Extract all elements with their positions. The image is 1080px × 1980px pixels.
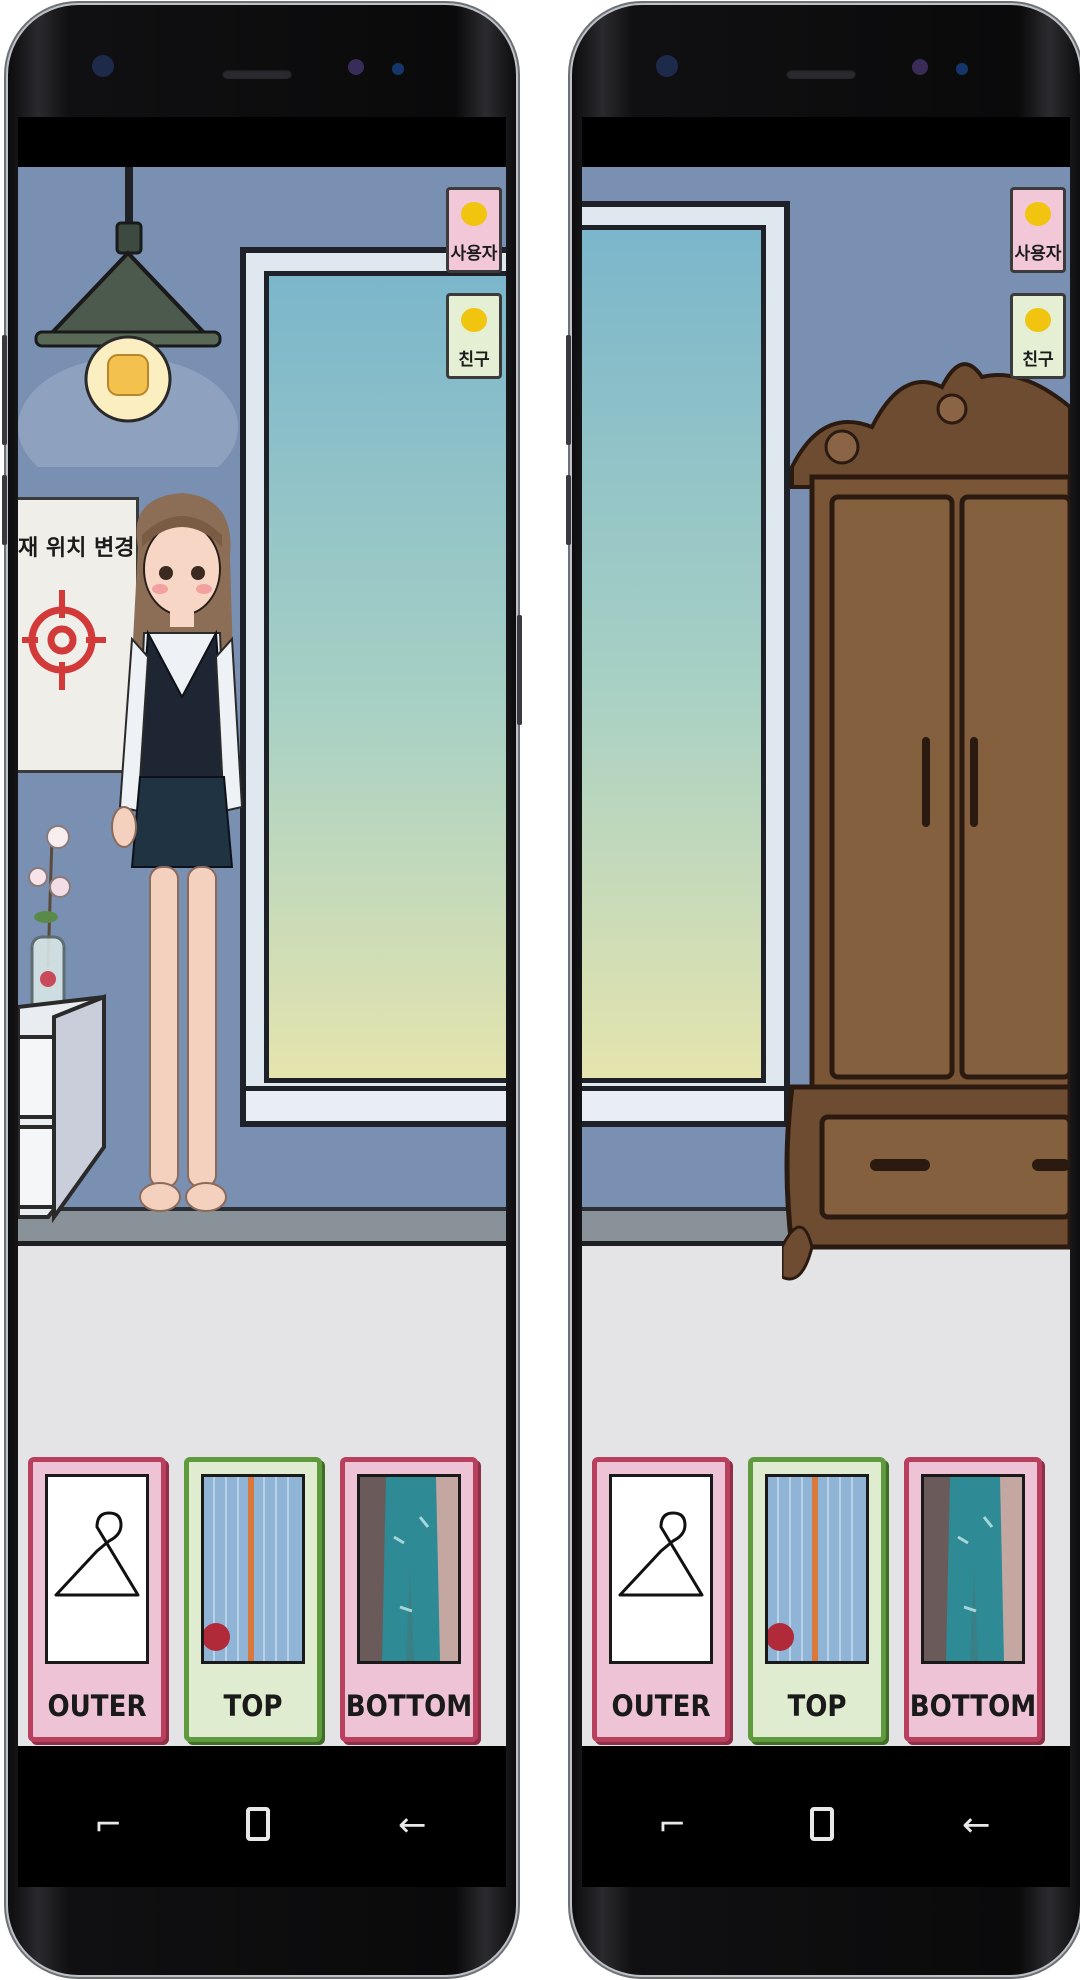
android-navbar: ⌐ ← (18, 1767, 506, 1887)
hanger-icon (54, 1511, 140, 1597)
iris-sensor (92, 55, 114, 77)
outer-button[interactable]: OUTER (28, 1457, 166, 1742)
back-icon[interactable]: ← (962, 1805, 991, 1845)
screenshot-stage: 재 위치 변경 사용자 친구 OUTER TOP BOTTOM ⌐ ← 사용자 … (0, 0, 1080, 1980)
phone-screen: 재 위치 변경 사용자 친구 OUTER TOP BOTTOM ⌐ ← (18, 117, 506, 1887)
earpiece-speaker (222, 69, 292, 79)
user-tab-label: 사용자 (1014, 244, 1062, 264)
bottom-button[interactable]: BOTTOM (340, 1457, 478, 1742)
user-tab[interactable]: 사용자 (1010, 187, 1066, 273)
home-icon[interactable] (246, 1807, 270, 1841)
bottom-label: BOTTOM (345, 1689, 473, 1723)
target-icon (22, 590, 106, 690)
volume-button (2, 335, 7, 445)
top-button[interactable]: TOP (184, 1457, 322, 1742)
ceiling-lamp (18, 167, 238, 467)
shirt-photo (765, 1474, 869, 1664)
proximity-sensor (392, 63, 404, 75)
shirt-photo (201, 1474, 305, 1664)
iris-sensor (656, 55, 678, 77)
volume-button (566, 335, 571, 445)
outer-button[interactable]: OUTER (592, 1457, 730, 1742)
friends-heart-icon (1025, 308, 1051, 332)
closet-bar: OUTER TOP BOTTOM (18, 1457, 506, 1757)
bottom-label: BOTTOM (909, 1689, 1037, 1723)
closet-bar: OUTER TOP BOTTOM (582, 1457, 1070, 1757)
phone-right: 사용자 친구 OUTER TOP BOTTOM ⌐ ← (566, 5, 1080, 1975)
outer-label: OUTER (47, 1689, 147, 1723)
phone-left: 재 위치 변경 사용자 친구 OUTER TOP BOTTOM ⌐ ← (2, 5, 522, 1975)
jeans-photo (357, 1474, 461, 1664)
android-navbar: ⌐ ← (582, 1767, 1070, 1887)
top-label: TOP (787, 1689, 847, 1723)
proximity-sensor (956, 63, 968, 75)
bottom-button[interactable]: BOTTOM (904, 1457, 1042, 1742)
front-camera (348, 59, 364, 75)
top-button[interactable]: TOP (748, 1457, 886, 1742)
window-sill (582, 1086, 784, 1121)
top-label: TOP (223, 1689, 283, 1723)
wardrobe-room: 사용자 친구 OUTER TOP BOTTOM (582, 167, 1070, 1767)
dressup-room: 재 위치 변경 사용자 친구 OUTER TOP BOTTOM (18, 167, 506, 1767)
user-tab[interactable]: 사용자 (446, 187, 502, 273)
home-icon[interactable] (810, 1807, 834, 1841)
user-tab-label: 사용자 (450, 244, 498, 264)
earpiece-speaker (786, 69, 856, 79)
friend-tab[interactable]: 친구 (446, 293, 502, 379)
friends-heart-icon (461, 308, 487, 332)
power-button (517, 615, 522, 725)
outer-thumb (609, 1474, 713, 1664)
back-icon[interactable]: ← (398, 1805, 427, 1845)
bixby-button (2, 475, 7, 545)
phone-screen: 사용자 친구 OUTER TOP BOTTOM ⌐ ← (582, 117, 1070, 1887)
wardrobe[interactable] (782, 347, 1070, 1287)
room-window (240, 247, 506, 1127)
friend-tab[interactable]: 친구 (1010, 293, 1066, 379)
front-camera (912, 59, 928, 75)
bixby-button (566, 475, 571, 545)
outer-label: OUTER (611, 1689, 711, 1723)
window-glass (264, 271, 506, 1083)
window-sill (246, 1086, 506, 1121)
room-window (582, 201, 790, 1127)
friend-tab-label: 친구 (1022, 350, 1054, 370)
dressup-character[interactable] (102, 477, 262, 1237)
recent-apps-icon[interactable]: ⌐ (658, 1805, 687, 1845)
hanger-icon (618, 1511, 704, 1597)
smiley-face-icon (461, 202, 487, 226)
recent-apps-icon[interactable]: ⌐ (94, 1805, 123, 1845)
smiley-face-icon (1025, 202, 1051, 226)
window-glass (582, 225, 766, 1083)
friend-tab-label: 친구 (458, 350, 490, 370)
jeans-photo (921, 1474, 1025, 1664)
outer-thumb (45, 1474, 149, 1664)
